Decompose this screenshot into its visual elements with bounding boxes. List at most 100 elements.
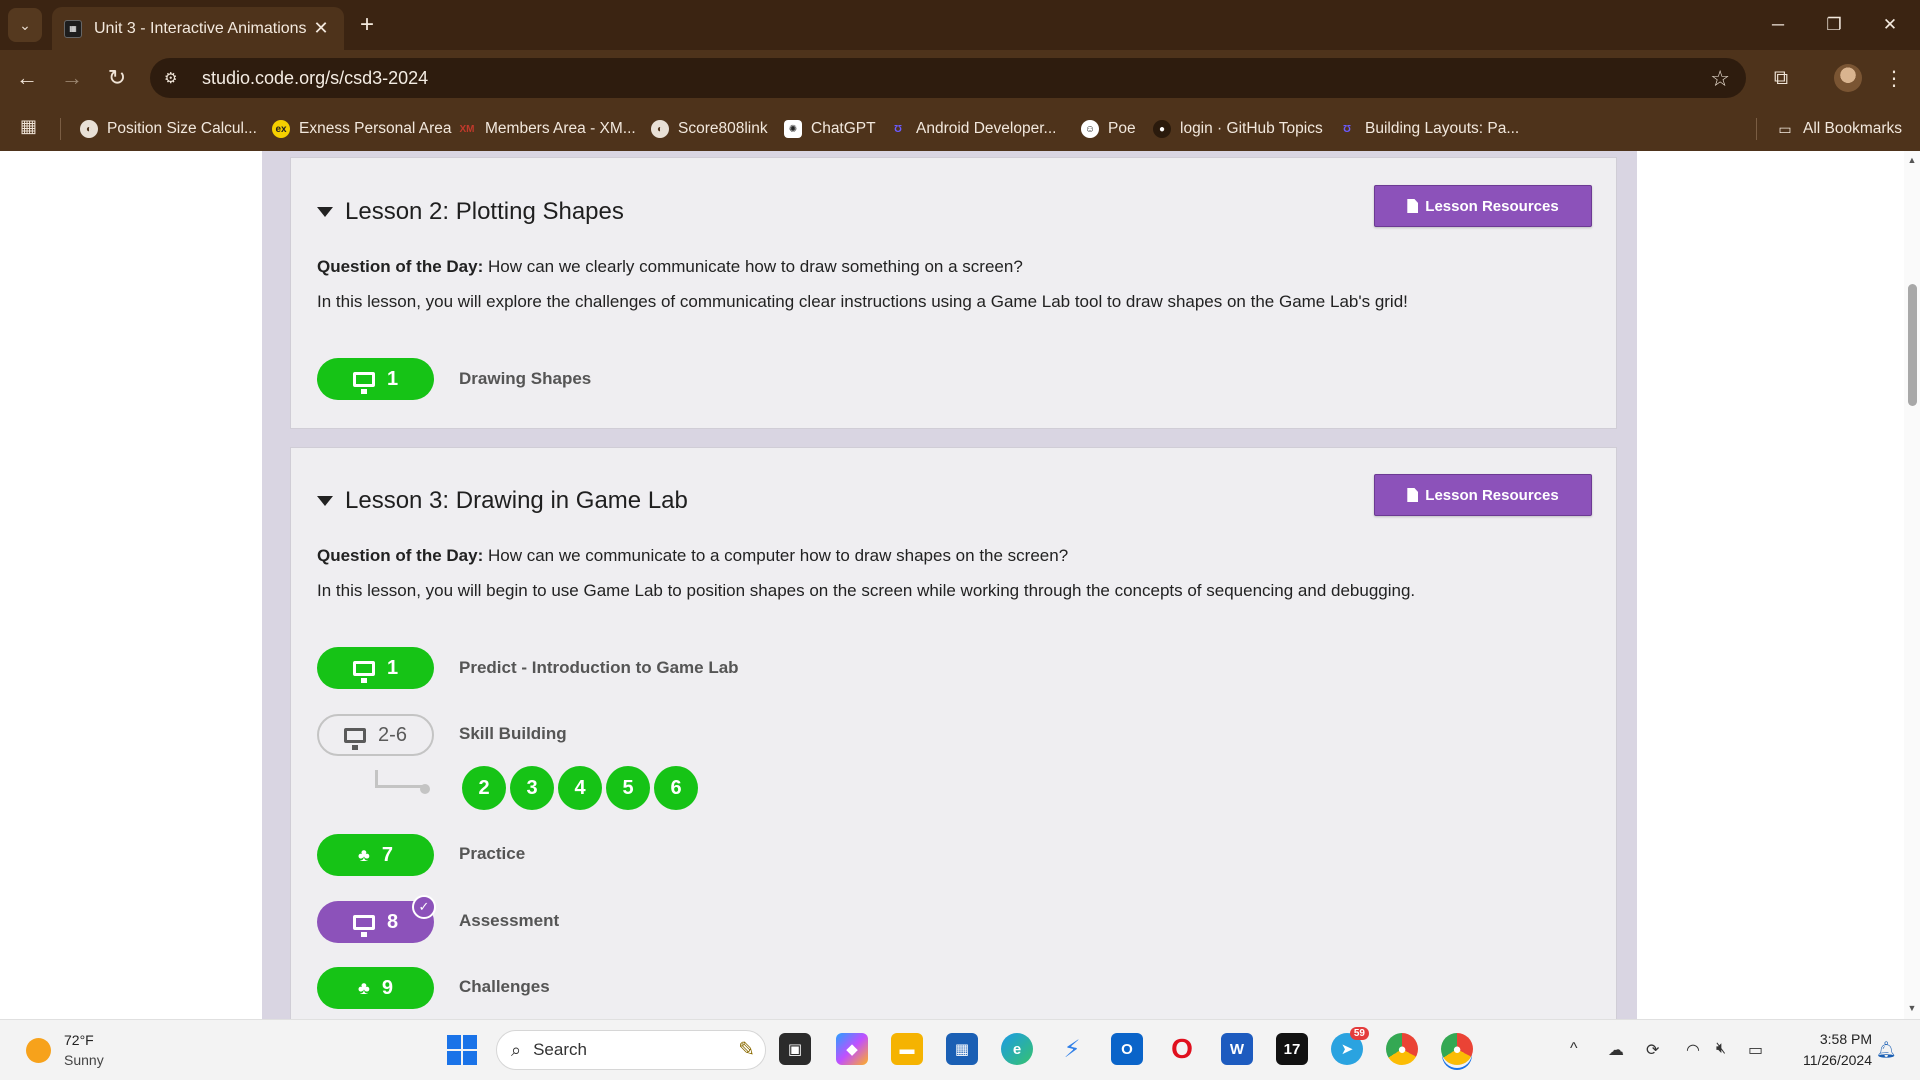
sublevel-bubble-6[interactable]: 6 (654, 766, 698, 810)
level-number: 9 (381, 976, 393, 999)
sublevel-bubble-3[interactable]: 3 (510, 766, 554, 810)
new-tab-button[interactable]: + (352, 10, 382, 40)
bookmark-label: Building Layouts: Pa... (1365, 120, 1520, 137)
volume-muted-icon[interactable]: 🔇︎ (1716, 1040, 1726, 1058)
sublevel-connector (375, 770, 425, 788)
level-label[interactable]: Challenges (459, 977, 550, 997)
onedrive-icon[interactable]: ☁ (1608, 1040, 1624, 1060)
clock-time[interactable]: 3:58 PM (1792, 1031, 1872, 1047)
window-close-icon[interactable]: ✕ (1862, 8, 1918, 42)
weather-temperature[interactable]: 72°F (64, 1032, 94, 1048)
sync-icon[interactable]: ⟳ (1646, 1040, 1659, 1060)
page-scrollbar[interactable]: ▲ ▼ (1904, 151, 1920, 1019)
bookmark-xm[interactable]: XM Members Area - XM... (458, 116, 636, 142)
notification-bell-icon[interactable]: 🔔︎ (1876, 1040, 1896, 1060)
bookmark-label: Android Developer... (916, 120, 1057, 137)
scroll-down-arrow-icon[interactable]: ▼ (1907, 1003, 1917, 1013)
lesson-card-2: Lesson 2: Plotting Shapes Lesson Resourc… (290, 157, 1617, 429)
level-label[interactable]: Drawing Shapes (459, 369, 591, 389)
telegram-icon[interactable]: ➤ 59 (1331, 1027, 1369, 1065)
collapse-caret-icon[interactable] (317, 496, 333, 506)
tradingview-icon[interactable]: 17 (1276, 1033, 1308, 1065)
site-info-icon[interactable]: ⚙ (164, 69, 188, 87)
reload-icon[interactable]: ↻ (101, 62, 133, 94)
tab-close-icon[interactable]: ✕ (310, 18, 332, 39)
level-bubble-1[interactable]: 1 (317, 647, 434, 689)
weather-condition[interactable]: Sunny (64, 1052, 104, 1068)
scrollbar-thumb[interactable] (1908, 284, 1917, 406)
edge-icon[interactable]: e (1001, 1033, 1033, 1065)
url-text[interactable]: studio.code.org/s/csd3-2024 (202, 68, 428, 89)
all-bookmarks-label: All Bookmarks (1803, 120, 1903, 137)
bookmark-score808[interactable]: ◐ Score808link (651, 116, 768, 142)
bookmark-android-developer[interactable]: Ʊ Android Developer... (889, 116, 1056, 142)
bookmarks-bar: ▦ ◐ Position Size Calcul... ex Exness Pe… (0, 106, 1920, 151)
microsoft-store-icon[interactable]: ▦ (946, 1033, 978, 1065)
hierarchy-icon: ♣ (358, 977, 370, 998)
battery-icon[interactable]: ▭ (1748, 1040, 1763, 1060)
bookmark-label: Exness Personal Area (299, 120, 452, 137)
all-bookmarks[interactable]: ▭ All Bookmarks (1776, 116, 1902, 142)
chrome-profile-icon[interactable]: ● (1441, 1033, 1473, 1065)
opera-icon[interactable]: O (1166, 1033, 1198, 1065)
poe-icon: ☺ (1081, 120, 1099, 138)
level-label[interactable]: Assessment (459, 911, 559, 931)
lesson-header[interactable]: Lesson 3: Drawing in Game Lab (317, 487, 688, 515)
level-bubble-9[interactable]: ♣ 9 (317, 967, 434, 1009)
sun-icon[interactable] (26, 1038, 51, 1063)
profile-avatar[interactable] (1834, 64, 1862, 92)
forward-arrow-icon[interactable]: → (56, 62, 88, 94)
bookmark-star-icon[interactable]: ☆ (1710, 66, 1730, 92)
word-icon[interactable]: W (1221, 1033, 1253, 1065)
active-tab[interactable]: ▦ Unit 3 - Interactive Animations ✕ (52, 7, 344, 50)
file-explorer-icon[interactable]: ▬ (891, 1033, 923, 1065)
clock-date[interactable]: 11/26/2024 (1786, 1052, 1872, 1068)
back-arrow-icon[interactable]: ← (11, 62, 43, 94)
lesson-resources-button[interactable]: Lesson Resources (1374, 474, 1592, 516)
scroll-up-arrow-icon[interactable]: ▲ (1907, 155, 1917, 165)
lesson-resources-button[interactable]: Lesson Resources (1374, 185, 1592, 227)
outlook-icon[interactable]: O (1111, 1033, 1143, 1065)
sublevel-connector-dot (420, 784, 430, 794)
bookmark-poe[interactable]: ☺ Poe (1081, 116, 1136, 142)
menu-kebab-icon[interactable]: ⋮ (1878, 62, 1910, 94)
minimize-icon[interactable]: ─ (1750, 8, 1806, 42)
bookmark-chatgpt[interactable]: ✺ ChatGPT (784, 116, 876, 142)
show-hidden-icons-chevron-icon[interactable]: ^ (1570, 1040, 1578, 1058)
wifi-icon[interactable]: ◠ (1686, 1040, 1700, 1060)
lesson-description: In this lesson, you will explore the cha… (317, 292, 1408, 311)
bookmarks-divider (1756, 118, 1757, 140)
sublevel-bubble-5[interactable]: 5 (606, 766, 650, 810)
sublevel-bubble-4[interactable]: 4 (558, 766, 602, 810)
level-bubble-8[interactable]: 8 ✓ (317, 895, 436, 943)
bookmark-building-layouts[interactable]: Ʊ Building Layouts: Pa... (1338, 116, 1519, 142)
udemy-icon: Ʊ (1342, 123, 1352, 135)
document-icon (1407, 199, 1419, 213)
bookmark-label: login · GitHub Topics (1180, 120, 1323, 137)
taskbar-search[interactable]: ⌕ Search ✎ (496, 1030, 766, 1070)
lesson-header[interactable]: Lesson 2: Plotting Shapes (317, 198, 624, 226)
bookmark-exness[interactable]: ex Exness Personal Area (272, 116, 452, 142)
level-bubble-1[interactable]: 1 (317, 358, 434, 400)
vscode-icon[interactable]: ⚡ (1056, 1033, 1088, 1065)
level-number: 7 (381, 843, 393, 866)
address-bar[interactable]: ⚙ studio.code.org/s/csd3-2024 ☆ (150, 58, 1746, 98)
collapse-caret-icon[interactable] (317, 207, 333, 217)
bookmark-github-topics[interactable]: ● login · GitHub Topics (1153, 116, 1323, 142)
hierarchy-icon: ♣ (358, 844, 370, 865)
restore-icon[interactable]: ❐ (1806, 8, 1862, 42)
task-view-icon[interactable]: ▣ (779, 1033, 811, 1065)
tab-search-icon[interactable]: ⌄ (8, 8, 42, 42)
level-label[interactable]: Predict - Introduction to Game Lab (459, 658, 739, 678)
level-label[interactable]: Skill Building (459, 724, 567, 744)
windows-start-icon[interactable] (447, 1035, 477, 1065)
sublevel-bubble-2[interactable]: 2 (462, 766, 506, 810)
apps-grid-icon[interactable]: ▦ (20, 116, 37, 137)
level-bubble-7[interactable]: ♣ 7 (317, 834, 434, 876)
level-group-2-6[interactable]: 2-6 (317, 714, 434, 756)
chrome-icon[interactable]: ● (1386, 1033, 1418, 1065)
extensions-icon[interactable]: ⧉ (1765, 62, 1797, 94)
bookmark-position-size[interactable]: ◐ Position Size Calcul... (80, 116, 257, 142)
level-label[interactable]: Practice (459, 844, 525, 864)
copilot-icon[interactable]: ◆ (836, 1033, 868, 1065)
